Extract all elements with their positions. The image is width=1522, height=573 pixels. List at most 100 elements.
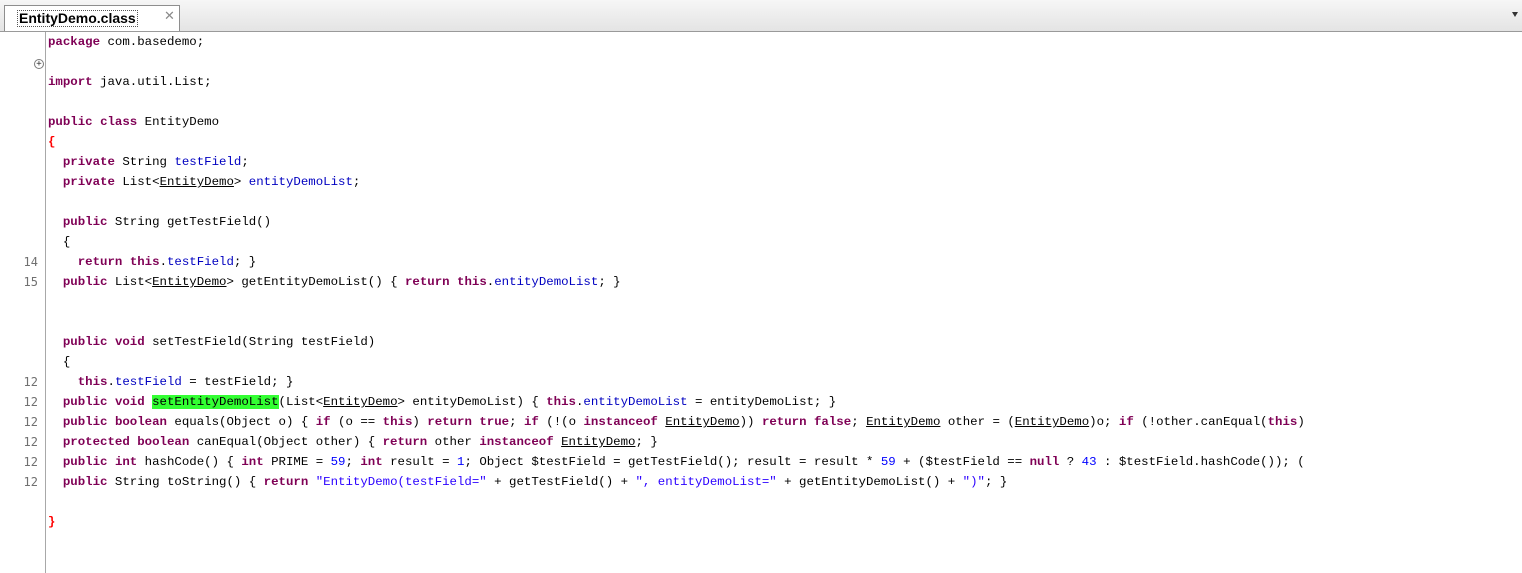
code-text: + ($testField == (895, 455, 1030, 469)
keyword: private (62, 175, 115, 189)
highlighted-method: setEntityDemoList (152, 395, 279, 409)
code-text: List< (107, 275, 153, 289)
code-text: com.basedemo; (100, 35, 205, 49)
keyword: int (360, 455, 383, 469)
keyword: void (114, 335, 145, 349)
keyword: public (62, 415, 108, 429)
keyword: int (241, 455, 264, 469)
code-text: java.util.List; (92, 75, 212, 89)
code-line[interactable]: public List<EntityDemo> getEntityDemoLis… (48, 272, 621, 292)
expand-fold-icon[interactable]: + (34, 59, 44, 69)
type-link[interactable]: EntityDemo (152, 275, 226, 289)
code-text: EntityDemo (137, 115, 220, 129)
type-link[interactable]: EntityDemo (665, 415, 739, 429)
code-text: : $testField.hashCode()); ( (1096, 455, 1305, 469)
keyword: package (48, 35, 101, 49)
keyword: return (77, 255, 123, 269)
tab-title[interactable]: EntityDemo.class (17, 10, 138, 27)
code-line[interactable]: public void setEntityDemoList(List<Entit… (48, 392, 836, 412)
keyword: this (77, 375, 108, 389)
code-text: (!(o (538, 415, 584, 429)
keyword: instanceof (479, 435, 554, 449)
keyword: null (1029, 455, 1060, 469)
keyword: this (1267, 415, 1298, 429)
code-line[interactable]: public class EntityDemo (48, 112, 219, 132)
number-literal: 43 (1081, 455, 1097, 469)
code-text: ; (352, 175, 361, 189)
string-literal: "EntityDemo(testField=" (315, 475, 487, 489)
code-text: other (427, 435, 480, 449)
number-literal: 59 (880, 455, 896, 469)
code-line[interactable]: this.testField = testField; } (48, 372, 294, 392)
keyword: return (761, 415, 807, 429)
type-link[interactable]: EntityDemo (866, 415, 940, 429)
code-line[interactable]: private List<EntityDemo> entityDemoList; (48, 172, 360, 192)
keyword: return (427, 415, 472, 429)
code-text: (List< (278, 395, 324, 409)
code-text: hashCode() { (137, 455, 242, 469)
keyword: public (62, 215, 108, 229)
brace: } (48, 515, 56, 529)
keyword: return (404, 275, 450, 289)
keyword: this (457, 275, 487, 289)
code-text: (!other.canEqual( (1133, 415, 1268, 429)
keyword: boolean (114, 415, 167, 429)
type-link[interactable]: EntityDemo (1015, 415, 1089, 429)
code-text: ; Object $testField = getTestField(); re… (464, 455, 881, 469)
code-line[interactable]: { (48, 132, 55, 152)
code-text: { (48, 355, 71, 369)
code-text: = testField; } (181, 375, 294, 389)
code-line[interactable]: private String testField; (48, 152, 249, 172)
code-text: ; } (635, 435, 658, 449)
code-text: ) (412, 415, 428, 429)
keyword: this (546, 395, 576, 409)
keyword: this (129, 255, 160, 269)
code-line[interactable]: { (48, 232, 70, 252)
close-icon[interactable]: ✕ (164, 9, 175, 24)
keyword: public (48, 115, 93, 129)
code-line[interactable]: public String getTestField() (48, 212, 271, 232)
string-literal: ")" (962, 475, 985, 489)
code-line[interactable]: package com.basedemo; (48, 32, 204, 52)
code-line[interactable]: public void setTestField(String testFiel… (48, 332, 375, 352)
code-line[interactable]: return this.testField; } (48, 252, 256, 272)
code-text: ; (241, 155, 249, 169)
keyword: public (62, 275, 108, 289)
code-line[interactable]: import java.util.List; (48, 72, 212, 92)
code-text: result = (382, 455, 458, 469)
type-link[interactable]: EntityDemo (323, 395, 397, 409)
code-line[interactable]: { (48, 352, 70, 372)
type-link[interactable]: EntityDemo (561, 435, 635, 449)
type-link[interactable]: EntityDemo (160, 175, 234, 189)
code-line[interactable]: public boolean equals(Object o) { if (o … (48, 412, 1305, 432)
code-line[interactable]: protected boolean canEqual(Object other)… (48, 432, 658, 452)
keyword: return (382, 435, 428, 449)
code-line[interactable]: public int hashCode() { int PRIME = 59; … (48, 452, 1305, 472)
code-line[interactable]: public String toString() { return "Entit… (48, 472, 1007, 492)
field-name: testField (114, 375, 182, 389)
code-line[interactable]: } (48, 512, 55, 532)
code-editor[interactable]: + 14 15 12 12 12 12 12 12 package com.ba… (0, 32, 1522, 573)
code-text: List< (114, 175, 160, 189)
line-number-gutter: + 14 15 12 12 12 12 12 12 (0, 32, 46, 573)
keyword: false (814, 415, 852, 429)
keyword: int (114, 455, 138, 469)
code-text: canEqual(Object other) { (189, 435, 383, 449)
keyword: true (479, 415, 510, 429)
string-literal: ", entityDemoList=" (635, 475, 777, 489)
dropdown-arrow-icon[interactable] (1512, 12, 1518, 17)
tab-entitydemo-class[interactable]: EntityDemo.class ✕ (4, 5, 180, 31)
